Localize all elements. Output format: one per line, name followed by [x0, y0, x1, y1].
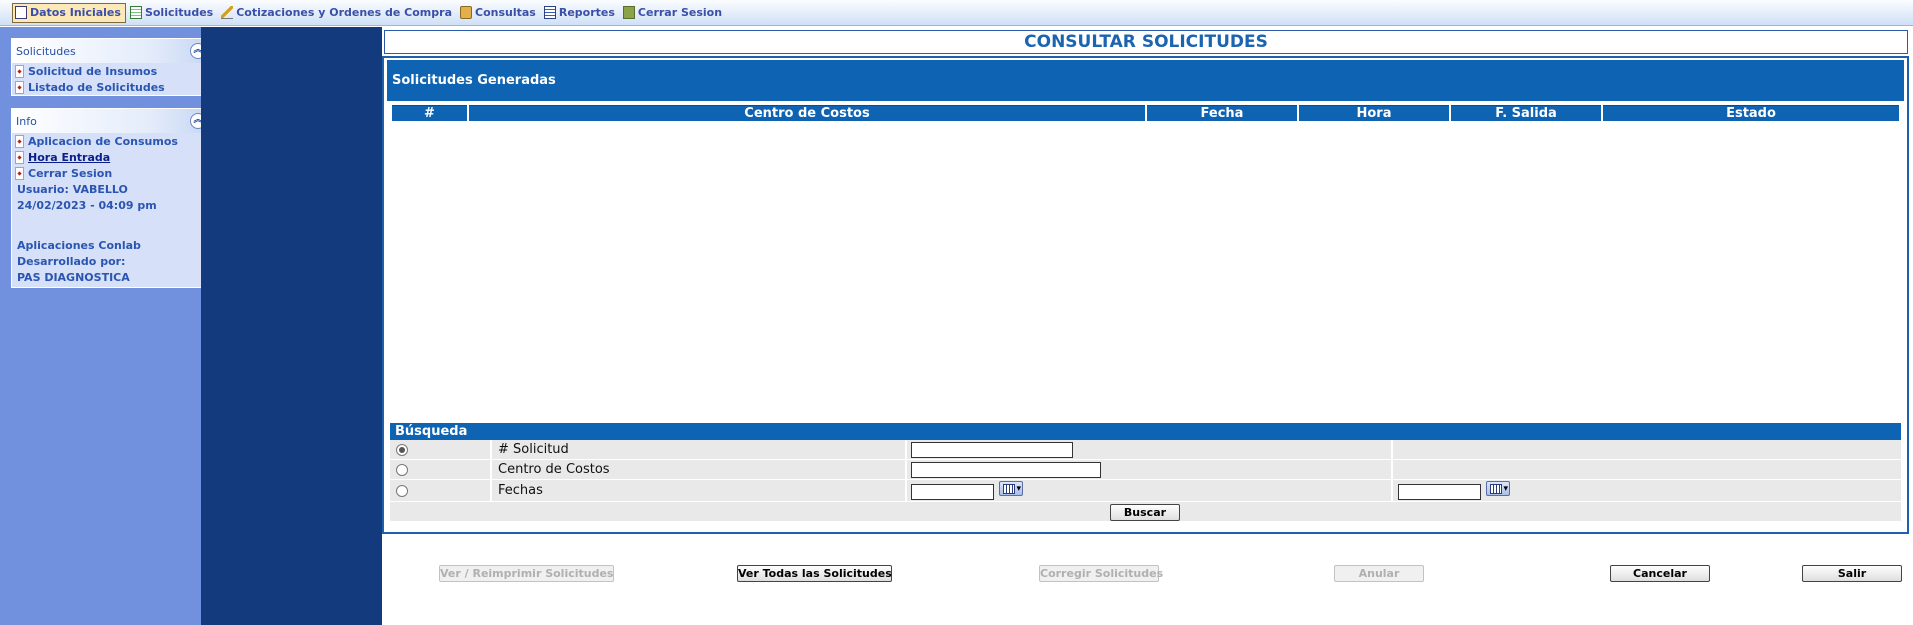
- centro-costos-input[interactable]: [911, 462, 1101, 478]
- cell-divider: [1391, 440, 1393, 459]
- cell-divider: [905, 480, 907, 501]
- panel-header[interactable]: Info ︽: [12, 109, 210, 133]
- radio-fechas[interactable]: [396, 485, 408, 497]
- solicitud-number-input[interactable]: [911, 442, 1073, 458]
- menu-label: Reportes: [558, 6, 615, 19]
- panel-title: Solicitudes: [16, 44, 76, 58]
- search-option-label: Centro de Costos: [498, 462, 610, 477]
- buscar-button[interactable]: Buscar: [1110, 504, 1180, 521]
- search-option-label: # Solicitud: [498, 442, 569, 457]
- table-header-row: # Centro de Costos Fecha Hora F. Salida …: [392, 105, 1899, 121]
- cell-divider: [1391, 480, 1393, 501]
- sidebar-item-aplicacion-consumos[interactable]: Aplicacion de Consumos: [12, 133, 210, 149]
- sidebar-item-label: Cerrar Sesion: [28, 166, 113, 180]
- search-row-solicitud: # Solicitud: [390, 440, 1901, 460]
- panel-title: Info: [16, 114, 37, 128]
- panel-header[interactable]: Solicitudes ︽: [12, 39, 210, 63]
- menu-label: Solicitudes: [144, 6, 214, 19]
- sidebar-item-hora-entrada[interactable]: Hora Entrada: [12, 149, 210, 165]
- calendar-icon[interactable]: [1486, 481, 1510, 496]
- sidebar-item-label: Solicitud de Insumos: [28, 64, 158, 78]
- search-header: Búsqueda: [390, 423, 1901, 440]
- info-panel: Info ︽ Aplicacion de Consumos Hora Entra…: [11, 108, 211, 288]
- results-header: Solicitudes Generadas: [387, 60, 1904, 101]
- cell-divider: [1391, 460, 1393, 479]
- results-table: # Centro de Costos Fecha Hora F. Salida …: [390, 105, 1901, 121]
- fecha-desde-input[interactable]: [911, 484, 994, 500]
- calendar-icon[interactable]: [999, 481, 1023, 496]
- ver-todas-button[interactable]: Ver Todas las Solicitudes: [737, 565, 892, 582]
- sidebar-item-label: Listado de Solicitudes: [28, 80, 165, 94]
- menu-cotizaciones[interactable]: Cotizaciones y Ordenes de Compra: [219, 3, 456, 23]
- bullet-icon: [15, 80, 24, 94]
- main-area: CONSULTAR SOLICITUDES Solicitudes Genera…: [382, 27, 1913, 625]
- corregir-button[interactable]: Corregir Solicitudes: [1039, 565, 1163, 582]
- search-row-buscar: Buscar: [390, 502, 1901, 522]
- sidebar-item-label: Hora Entrada: [28, 150, 111, 164]
- bullet-icon: [15, 150, 24, 164]
- column-header-fecha[interactable]: Fecha: [1147, 105, 1297, 121]
- search-section: Búsqueda # Solicitud Centro de Costos Fe…: [390, 423, 1901, 522]
- menu-reportes[interactable]: Reportes: [542, 3, 619, 23]
- bullet-icon: [15, 64, 24, 78]
- cell-divider: [490, 460, 492, 479]
- cancelar-button[interactable]: Cancelar: [1610, 565, 1710, 582]
- sidebar-dark-band: [201, 27, 382, 625]
- box-icon: [460, 6, 472, 19]
- menu-datos-iniciales[interactable]: Datos Iniciales: [12, 2, 126, 23]
- column-header-f-salida[interactable]: F. Salida: [1451, 105, 1601, 121]
- fecha-hasta-input[interactable]: [1398, 484, 1481, 500]
- column-header-estado[interactable]: Estado: [1603, 105, 1899, 121]
- menu-label: Datos Iniciales: [30, 6, 121, 19]
- radio-solicitud[interactable]: [396, 444, 408, 456]
- column-header-centro-costos[interactable]: Centro de Costos: [469, 105, 1145, 121]
- cell-divider: [905, 440, 907, 459]
- cell-divider: [490, 480, 492, 501]
- search-row-centro-costos: Centro de Costos: [390, 460, 1901, 480]
- solicitudes-panel: Solicitudes ︽ Solicitud de Insumos Lista…: [11, 38, 211, 96]
- sidebar-item-solicitud-insumos[interactable]: Solicitud de Insumos: [12, 63, 210, 79]
- user-label: Usuario: VABELLO: [17, 182, 128, 196]
- bullet-icon: [15, 166, 24, 180]
- exit-icon: [622, 6, 635, 19]
- sidebar-item-listado-solicitudes[interactable]: Listado de Solicitudes: [12, 79, 210, 95]
- menu-cerrar-sesion[interactable]: Cerrar Sesion: [621, 3, 726, 23]
- credits-line: Desarrollado por:: [17, 254, 126, 268]
- column-header-hora[interactable]: Hora: [1299, 105, 1449, 121]
- spreadsheet-icon: [129, 6, 142, 19]
- sidebar: Solicitudes ︽ Solicitud de Insumos Lista…: [0, 27, 211, 625]
- sidebar-item-label: Aplicacion de Consumos: [28, 134, 178, 148]
- credits-line: PAS DIAGNOSTICA: [17, 270, 130, 284]
- salir-button[interactable]: Salir: [1802, 565, 1902, 582]
- ver-reimprimir-button[interactable]: Ver / Reimprimir Solicitudes: [439, 565, 614, 582]
- cell-divider: [490, 440, 492, 459]
- menu-solicitudes[interactable]: Solicitudes: [128, 3, 217, 23]
- menu-label: Cotizaciones y Ordenes de Compra: [236, 6, 452, 19]
- menu-label: Cerrar Sesion: [637, 6, 723, 19]
- datetime-label: 24/02/2023 - 04:09 pm: [17, 198, 157, 212]
- cell-divider: [905, 460, 907, 479]
- credits-line: Aplicaciones Conlab: [17, 238, 141, 252]
- menu-consultas[interactable]: Consultas: [458, 3, 540, 23]
- sidebar-item-cerrar-sesion[interactable]: Cerrar Sesion: [12, 165, 210, 181]
- menu-label: Consultas: [475, 6, 536, 19]
- top-menubar: Datos Iniciales Solicitudes Cotizaciones…: [0, 0, 1913, 26]
- document-icon: [15, 6, 27, 19]
- content-frame: Solicitudes Generadas # Centro de Costos…: [382, 56, 1909, 534]
- report-icon: [543, 6, 556, 19]
- bullet-icon: [15, 134, 24, 148]
- pencil-icon: [221, 6, 234, 19]
- search-row-fechas: Fechas: [390, 480, 1901, 502]
- page-title: CONSULTAR SOLICITUDES: [384, 30, 1908, 54]
- radio-centro-costos[interactable]: [396, 464, 408, 476]
- search-option-label: Fechas: [498, 483, 543, 498]
- column-header-number[interactable]: #: [392, 105, 467, 121]
- anular-button[interactable]: Anular: [1334, 565, 1424, 582]
